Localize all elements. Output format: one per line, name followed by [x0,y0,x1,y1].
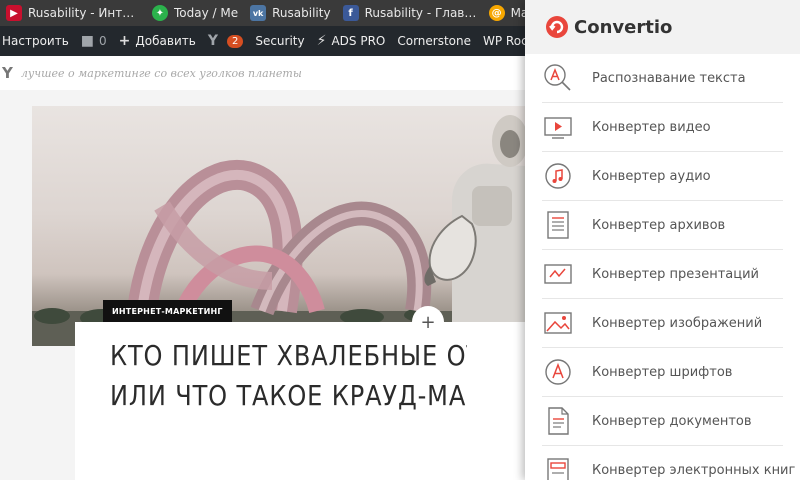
convertio-header: Convertio [525,0,800,54]
admin-security[interactable]: Security [249,26,310,56]
convertio-brand-name[interactable]: Convertio [574,17,672,38]
article-title-line-1: КТО ПИШЕТ ХВАЛЕБНЫЕ ОТЗЫВЫ [110,339,467,372]
cornerstone-label: Cornerstone [397,34,472,48]
menu-item-archive[interactable]: Конвертер архивов [542,201,783,250]
feedly-favicon: ✦ [152,5,168,21]
presentation-icon [542,258,574,290]
expand-plus-button[interactable]: + [412,306,444,338]
yoast-badge: 2 [226,34,244,48]
font-icon [542,356,574,388]
bookmark-vk[interactable]: vk Rusability [244,0,336,26]
menu-item-ocr[interactable]: Распознавание текста [542,54,783,103]
admin-comments[interactable]: ■ 0 [75,26,113,56]
security-label: Security [255,34,305,48]
menu-item-label: Конвертер видео [592,119,711,135]
rusability-favicon: ▶ [6,5,22,21]
site-logo[interactable]: Y [2,64,13,82]
menu-item-label: Конвертер аудио [592,168,711,184]
archive-icon [542,209,574,241]
bookmark-label: Rusability - Интерне [28,6,140,20]
site-header: Y лучшее о маркетинге со всех уголков пл… [0,56,525,90]
image-icon [542,307,574,339]
menu-item-ebook[interactable]: Конвертер электронных книг [542,446,795,480]
ocr-icon [542,62,574,94]
admin-wp-rocket[interactable]: WP Rocket [477,26,525,56]
menu-item-presentation[interactable]: Конвертер презентаций [542,250,783,299]
menu-item-label: Конвертер изображений [592,315,763,331]
document-icon [542,405,574,437]
ebook-icon [542,455,574,480]
video-icon [542,111,574,143]
bookmarks-bar: ▶ Rusability - Интерне ✦ Today / Me vk R… [0,0,525,26]
category-tag[interactable]: ИНТЕРНЕТ-МАРКЕТИНГ [103,300,232,322]
menu-item-font[interactable]: Конвертер шрифтов [542,348,783,397]
wp-rocket-label: WP Rocket [483,34,525,48]
comment-icon: ■ [80,33,95,49]
comments-count: 0 [99,34,107,48]
menu-item-label: Конвертер документов [592,413,752,429]
bookmark-rusability-internet[interactable]: ▶ Rusability - Интерне [0,0,146,26]
add-new-label: Добавить [135,34,196,48]
admin-cornerstone[interactable]: Cornerstone [391,26,477,56]
menu-item-video[interactable]: Конвертер видео [542,103,783,152]
site-tagline: лучшее о маркетинге со всех уголков план… [20,66,302,80]
bolt-icon: ⚡ [316,33,327,49]
mail-ru-favicon: @ [488,5,505,21]
menu-item-label: Конвертер шрифтов [592,364,733,380]
plus-icon: + [118,33,131,49]
convertio-panel: Convertio Распознавание текста Конвертер… [525,0,800,480]
facebook-favicon: f [342,5,359,21]
convertio-logo-icon [546,16,568,38]
yoast-icon: Y [207,33,218,49]
bookmark-feedly[interactable]: ✦ Today / Me [146,0,244,26]
bookmark-label: Rusability - Главная [364,6,477,20]
browser-viewport: ▶ Rusability - Интерне ✦ Today / Me vk R… [0,0,800,480]
menu-item-audio[interactable]: Конвертер аудио [542,152,783,201]
bookmark-label: Mail.Ru [510,6,525,20]
bookmark-label: Today / Me [174,6,239,20]
vk-favicon: vk [250,5,267,21]
menu-item-label: Конвертер электронных книг [592,463,796,478]
menu-item-image[interactable]: Конвертер изображений [542,299,783,348]
audio-icon [542,160,574,192]
admin-ads-pro[interactable]: ⚡ ADS PRO [311,26,392,56]
admin-customize[interactable]: Настроить [0,26,75,56]
article-title-line-2: ИЛИ ЧТО ТАКОЕ КРАУД-МАРКЕТИНГ [110,379,467,412]
menu-item-label: Распознавание текста [592,70,746,86]
bookmark-mail-ru[interactable]: @ Mail.Ru [483,0,525,26]
menu-item-document[interactable]: Конвертер документов [542,397,783,446]
bookmark-label: Rusability [272,6,331,20]
admin-add-new[interactable]: + Добавить [113,26,202,56]
ads-pro-label: ADS PRO [331,34,386,48]
wp-admin-bar: Настроить ■ 0 + Добавить Y 2 Security ⚡ … [0,26,525,56]
converter-menu: Распознавание текста Конвертер видео Кон… [542,54,795,480]
bookmark-facebook[interactable]: f Rusability - Главная [337,0,483,26]
article-title[interactable]: КТО ПИШЕТ ХВАЛЕБНЫЕ ОТЗЫВЫ ИЛИ ЧТО ТАКОЕ… [110,336,467,426]
customize-label: Настроить [2,34,69,48]
menu-item-label: Конвертер архивов [592,217,726,233]
menu-item-label: Конвертер презентаций [592,266,759,282]
admin-yoast[interactable]: Y 2 [202,26,250,56]
